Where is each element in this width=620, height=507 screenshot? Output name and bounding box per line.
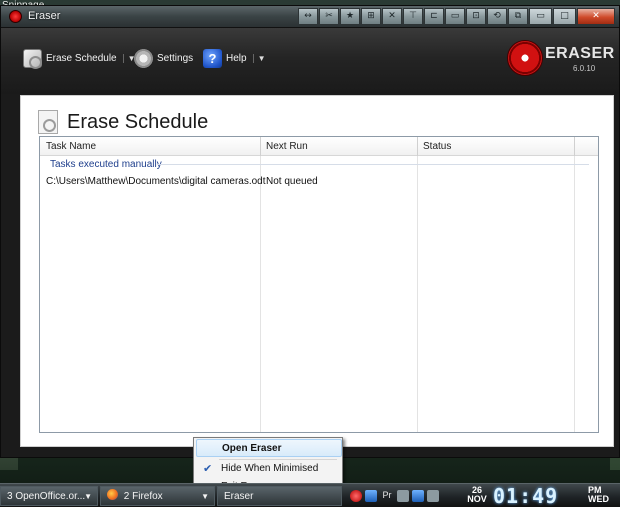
erase-schedule-label: Erase Schedule (46, 53, 117, 64)
date: 26 NOV (464, 486, 490, 504)
help-dropdown[interactable]: ▼ (252, 54, 266, 63)
date-month: NOV (467, 494, 487, 504)
clock[interactable]: 01:49 (493, 484, 558, 507)
brand: ERASER 6.0.10 (507, 40, 614, 78)
brand-version: 6.0.10 (573, 64, 596, 73)
volume-icon[interactable] (427, 490, 439, 502)
title-tool-button[interactable]: ⊤ (403, 8, 423, 25)
network-icon[interactable] (412, 490, 424, 502)
title-tool-button[interactable]: ⊡ (466, 8, 486, 25)
chevron-down-icon: ▼ (201, 492, 209, 501)
grid-line (417, 156, 418, 432)
tray-icon[interactable] (365, 490, 377, 502)
table-row[interactable]: C:\Users\Matthew\Documents\digital camer… (40, 175, 598, 191)
eraser-window: Eraser ↔ ✂ ★ ⊞ ✕ ⊤ ⊏ ▭ ⊡ ⟲ ⧉ ▭ □ ✕ Erase… (0, 5, 620, 458)
help-button[interactable]: ? Help ▼ (203, 49, 266, 68)
menu-item-hide-when-minimised[interactable]: ✔ Hide When Minimised (196, 460, 342, 478)
taskbar-button-firefox[interactable]: 2 Firefox ▼ (100, 486, 215, 506)
maximize-button[interactable]: □ (553, 8, 576, 25)
window-title: Eraser (28, 10, 61, 22)
firefox-icon (107, 489, 118, 500)
title-bar[interactable]: Eraser ↔ ✂ ★ ⊞ ✕ ⊤ ⊏ ▭ ⊡ ⟲ ⧉ ▭ □ ✕ (1, 6, 619, 28)
taskbar-label: 3 OpenOffice.or... (7, 491, 86, 502)
group-label: Tasks executed manually (50, 159, 162, 170)
chevron-down-icon: ▼ (84, 492, 92, 501)
group-divider (157, 164, 589, 165)
system-tray: Pr (350, 487, 465, 505)
eraser-tray-icon[interactable] (350, 490, 362, 502)
close-button[interactable]: ✕ (577, 8, 615, 25)
grid-line (574, 156, 575, 432)
clock-weekday: WED (588, 494, 609, 504)
column-divider[interactable] (574, 137, 575, 156)
title-tool-button[interactable]: ↔ (298, 8, 318, 25)
task-name-cell: C:\Users\Matthew\Documents\digital camer… (46, 176, 266, 187)
title-tool-button[interactable]: ✕ (382, 8, 402, 25)
brand-name: ERASER (545, 45, 615, 62)
taskbar-label: Eraser (224, 491, 254, 502)
menu-item-label: Hide When Minimised (221, 463, 319, 474)
taskbar-button-eraser[interactable]: Eraser (217, 486, 342, 506)
gear-icon (134, 49, 153, 68)
page-header: Erase Schedule (38, 110, 208, 134)
minimize-button[interactable]: ▭ (529, 8, 552, 25)
title-tool-button[interactable]: ⊏ (424, 8, 444, 25)
erase-schedule-button[interactable]: Erase Schedule ▼ (23, 49, 136, 69)
toolbar: Erase Schedule ▼ Settings ? Help ▼ ERASE… (1, 28, 619, 94)
menu-item-open-eraser[interactable]: Open Eraser (196, 439, 342, 457)
column-divider[interactable] (260, 137, 261, 156)
eraser-logo-icon (507, 40, 543, 76)
column-header-next-run[interactable]: Next Run (266, 141, 308, 152)
page-title: Erase Schedule (67, 110, 209, 133)
column-header-task-name[interactable]: Task Name (46, 141, 96, 152)
taskbar-label: 2 Firefox (123, 491, 163, 502)
title-tool-button[interactable]: ⧉ (508, 8, 528, 25)
title-tool-button[interactable]: ★ (340, 8, 360, 25)
content-panel: Erase Schedule Task Name Next Run Status… (20, 95, 614, 447)
help-label: Help (226, 53, 247, 64)
grid-line (260, 156, 261, 432)
list-header: Task Name Next Run Status (40, 137, 598, 156)
eraser-app-icon (9, 10, 22, 23)
column-divider[interactable] (417, 137, 418, 156)
title-tool-button[interactable]: ▭ (445, 8, 465, 25)
title-tool-button[interactable]: ⟲ (487, 8, 507, 25)
tray-text[interactable]: Pr (380, 490, 394, 502)
taskbar: 3 OpenOffice.or... ▼ 2 Firefox ▼ Eraser … (0, 483, 620, 507)
tray-icon[interactable] (397, 490, 409, 502)
column-header-status[interactable]: Status (423, 141, 451, 152)
settings-label: Settings (157, 53, 194, 64)
title-tool-button[interactable]: ⊞ (361, 8, 381, 25)
check-icon: ✔ (203, 463, 213, 475)
schedule-icon (23, 49, 42, 69)
help-icon: ? (203, 49, 222, 68)
title-tool-button[interactable]: ✂ (319, 8, 339, 25)
page-icon (38, 110, 58, 134)
settings-button[interactable]: Settings (134, 49, 193, 68)
next-run-cell: Not queued (266, 176, 318, 187)
title-tools: ↔ ✂ ★ ⊞ ✕ ⊤ ⊏ ▭ ⊡ ⟲ ⧉ ▭ □ ✕ (298, 8, 615, 25)
ampm: PM WED (588, 486, 616, 504)
taskbar-button-openoffice[interactable]: 3 OpenOffice.or... ▼ (0, 486, 98, 506)
task-list[interactable]: Task Name Next Run Status Tasks executed… (39, 136, 599, 433)
